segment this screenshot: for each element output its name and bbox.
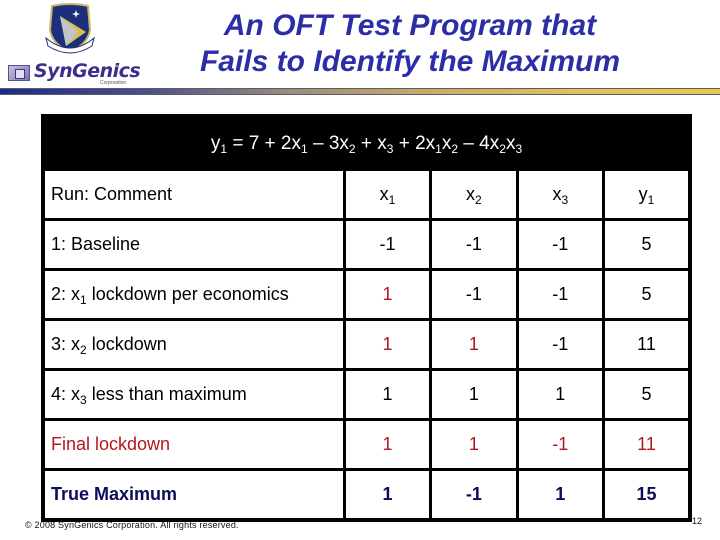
table-row: 1: Baseline -1 -1 -1 5	[41, 218, 692, 271]
x2-cell: 1	[429, 368, 519, 421]
formula: y1 = 7 + 2x1 – 3x2 + x3 + 2x1x2 – 4x2x3	[210, 133, 523, 156]
slide-title: An OFT Test Program that Fails to Identi…	[180, 8, 640, 80]
logo-subtext: Corporation	[100, 80, 127, 86]
x2-cell: 1	[429, 418, 519, 471]
header-run-comment: Run: Comment	[41, 168, 346, 221]
x3-cell: -1	[515, 268, 606, 321]
x1-cell: 1	[342, 318, 433, 371]
y1-cell: 5	[602, 218, 692, 271]
logo-text: SynGenics	[34, 60, 141, 82]
x3-cell: -1	[515, 418, 606, 471]
x3-cell: 1	[515, 368, 606, 421]
y1-cell: 15	[602, 468, 692, 521]
y1-cell: 11	[602, 318, 692, 371]
page-number: 12	[692, 516, 703, 526]
table-row: 3: x2 lockdown 1 1 -1 11	[41, 318, 692, 371]
x3-cell: -1	[515, 218, 606, 271]
header-x1: x1	[342, 168, 433, 221]
x1-cell: 1	[342, 268, 433, 321]
run-comment-cell: 3: x2 lockdown	[41, 318, 346, 371]
x2-cell: 1	[429, 318, 519, 371]
table-row: Final lockdown 1 1 -1 11	[41, 418, 692, 471]
syngenics-logo: SynGenics Corporation	[6, 60, 141, 86]
y1-cell: 5	[602, 368, 692, 421]
x3-cell: -1	[515, 318, 606, 371]
x1-cell: 1	[342, 368, 433, 421]
shield-emblem-icon	[40, 2, 100, 58]
header-x2: x2	[429, 168, 519, 221]
table-row: 2: x1 lockdown per economics 1 -1 -1 5	[41, 268, 692, 321]
x2-cell: -1	[429, 468, 519, 521]
run-comment-cell: Final lockdown	[41, 418, 346, 471]
gradient-divider	[0, 88, 720, 95]
x2-cell: -1	[429, 268, 519, 321]
run-comment-cell: 1: Baseline	[41, 218, 346, 271]
runs-table: Run: Comment x1 x2 x3 y1 1: Baseline -1 -1…	[41, 168, 692, 522]
run-comment-cell: 4: x3 less than maximum	[41, 368, 346, 421]
x3-cell: 1	[515, 468, 606, 521]
table-row: 4: x3 less than maximum 1 1 1 5	[41, 368, 692, 421]
formula-band: y1 = 7 + 2x1 – 3x2 + x3 + 2x1x2 – 4x2x3	[41, 114, 692, 170]
x1-cell: -1	[342, 218, 433, 271]
y1-cell: 11	[602, 418, 692, 471]
run-comment-cell: True Maximum	[41, 468, 346, 521]
x1-cell: 1	[342, 468, 433, 521]
x1-cell: 1	[342, 418, 433, 471]
header-x3: x3	[515, 168, 606, 221]
table-row: True Maximum 1 -1 1 15	[41, 468, 692, 521]
title-line-1: An OFT Test Program that	[223, 9, 597, 42]
x2-cell: -1	[429, 218, 519, 271]
copyright-notice: © 2008 SynGenics Corporation. All rights…	[25, 520, 239, 530]
y1-cell: 5	[602, 268, 692, 321]
logo-mark-icon	[8, 65, 30, 81]
run-comment-cell: 2: x1 lockdown per economics	[41, 268, 346, 321]
header-y1: y1	[602, 168, 692, 221]
title-line-2: Fails to Identify the Maximum	[199, 45, 621, 78]
table-header-row: Run: Comment x1 x2 x3 y1	[41, 168, 692, 221]
